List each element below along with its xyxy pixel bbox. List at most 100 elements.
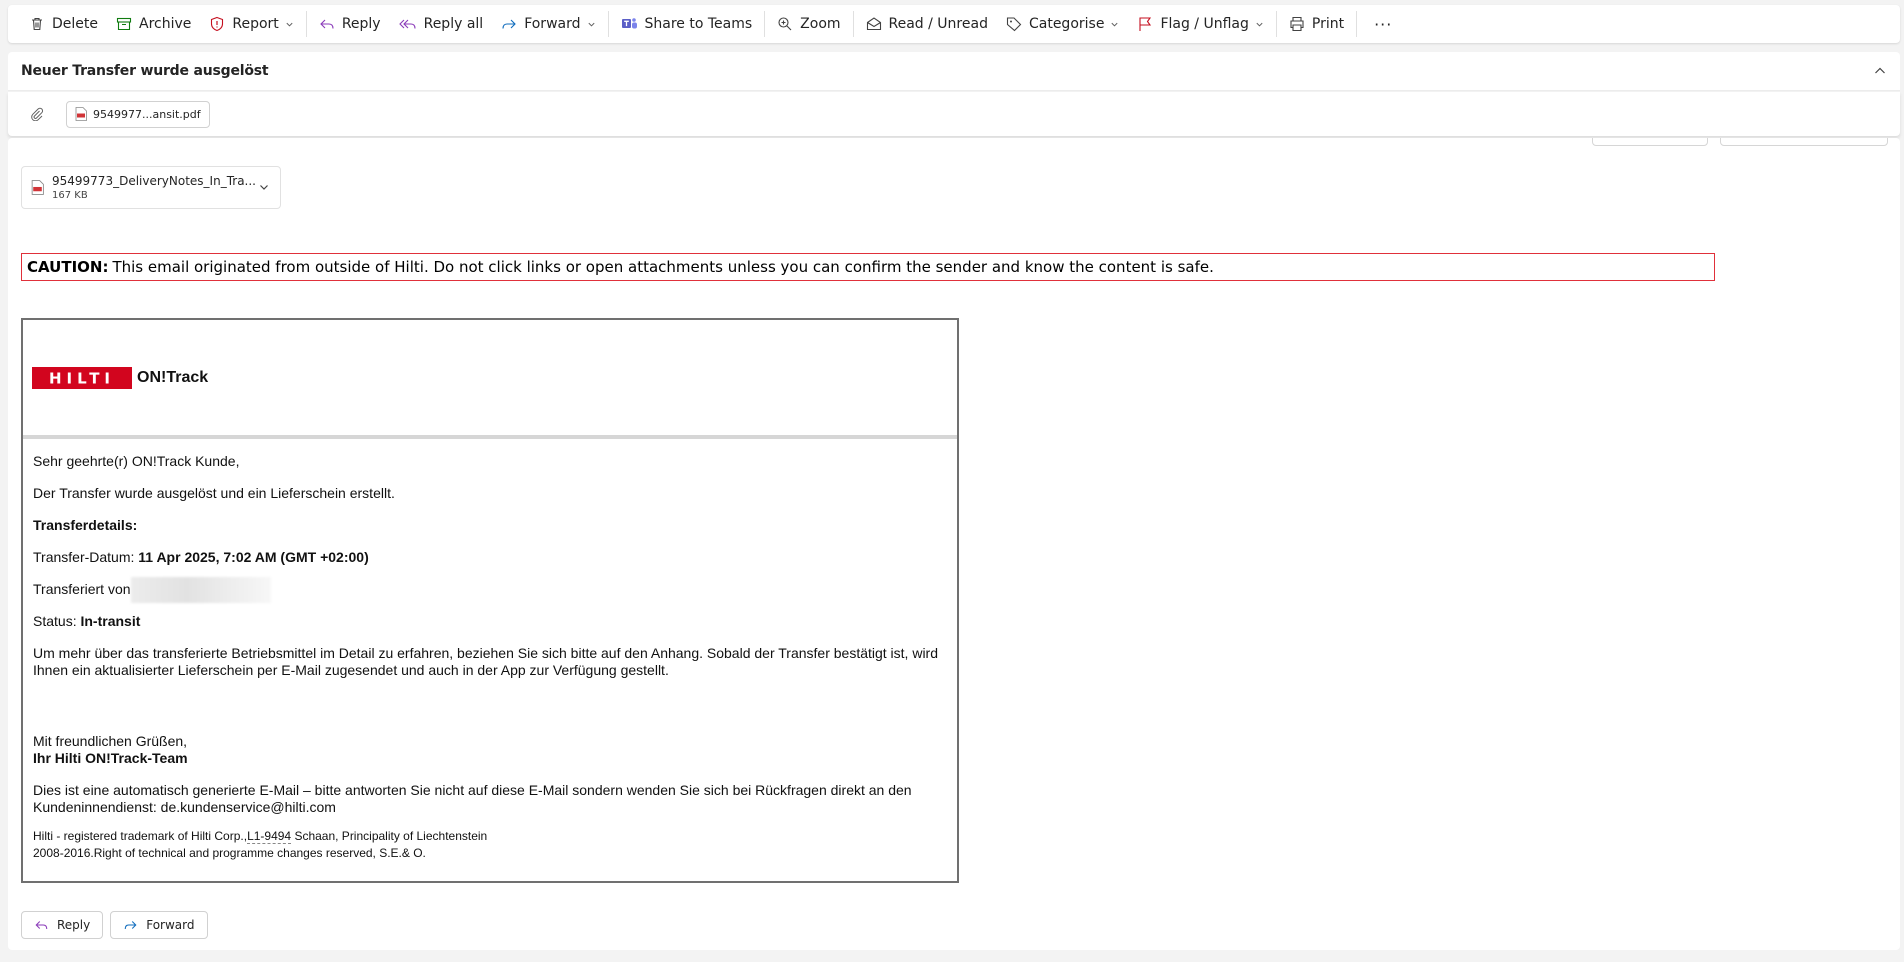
toolbar-divider (764, 11, 766, 37)
hilti-logo: HILTI (32, 366, 132, 389)
hilti-logo-text: HILTI (49, 371, 115, 385)
bottom-forward-label: Forward (146, 918, 195, 932)
reply-icon (35, 921, 48, 929)
header-button[interactable] (1592, 138, 1708, 146)
reply-all-button[interactable]: Reply all (390, 9, 493, 39)
attachment-file-size: 167 KB (52, 190, 88, 201)
attachment-file-name: 95499773_DeliveryNotes_In_Tra... (52, 174, 256, 188)
auto-notice: Dies ist eine automatisch generierte E-M… (33, 782, 912, 815)
message-subject: Neuer Transfer wurde ausgelöst (21, 63, 269, 79)
reply-button[interactable]: Reply (310, 9, 390, 39)
zoom-label: Zoom (800, 16, 841, 32)
transfer-date-value: 11 Apr 2025, 7:02 AM (GMT +02:00) (138, 549, 369, 565)
scrolled-header-remnant (8, 138, 1900, 150)
toolbar-divider (305, 11, 307, 37)
transferred-from-line: Transferiert von (33, 577, 947, 603)
share-to-teams-label: Share to Teams (644, 16, 753, 32)
print-icon (1290, 16, 1304, 32)
forward-button[interactable]: Forward (492, 9, 604, 39)
archive-label: Archive (139, 16, 192, 32)
chevron-down-icon (286, 22, 293, 27)
chevron-down-icon (1111, 22, 1118, 27)
status-label: Status: (33, 613, 77, 629)
categorise-button[interactable]: Categorise (997, 9, 1128, 39)
status-line: Status: In-transit (33, 613, 947, 630)
redacted-sender (130, 577, 271, 603)
categorise-label: Categorise (1028, 16, 1105, 32)
email-text: Sehr geehrte(r) ON!Track Kunde, Der Tran… (23, 439, 957, 862)
delete-label: Delete (52, 16, 98, 32)
tag-icon (1006, 17, 1022, 32)
archive-button[interactable]: Archive (107, 9, 200, 39)
flag-icon (1139, 17, 1152, 31)
delete-button[interactable]: Delete (20, 9, 107, 39)
footer-postal-code: L1-9494 (247, 829, 292, 844)
greeting: Sehr geehrte(r) ON!Track Kunde, (33, 453, 240, 469)
read-unread-button[interactable]: Read / Unread (857, 9, 997, 39)
zoom-button[interactable]: Zoom (768, 9, 849, 39)
reply-label: Reply (341, 16, 381, 32)
toolbar-divider (607, 11, 609, 37)
team-signature: Ihr Hilti ON!Track-Team (33, 750, 947, 767)
legal-footer: Hilti - registered trademark of Hilti Co… (33, 828, 947, 862)
print-label: Print (1311, 16, 1345, 32)
ontrack-brand: ON!Track (137, 368, 209, 386)
flag-unflag-label: Flag / Unflag (1160, 16, 1249, 32)
attachment-strip: 9549977...ansit.pdf (8, 92, 1900, 136)
message-body-pane: 95499773_DeliveryNotes_In_Tra... 167 KB … (8, 138, 1900, 950)
trash-icon (32, 17, 42, 31)
details-heading: Transferdetails: (33, 517, 138, 533)
status-value: In-transit (80, 613, 141, 629)
forward-icon (502, 19, 516, 29)
forward-icon (124, 921, 137, 929)
print-button[interactable]: Print (1280, 9, 1353, 39)
reply-icon (320, 19, 334, 29)
attachment-card-info: 95499773_DeliveryNotes_In_Tra... 167 KB (52, 174, 256, 201)
chevron-down-icon (587, 22, 595, 27)
attachment-card[interactable]: 95499773_DeliveryNotes_In_Tra... 167 KB (21, 166, 281, 209)
header-button[interactable] (1720, 138, 1888, 146)
attachment-chip-label: 9549977...ansit.pdf (93, 107, 201, 121)
report-icon (211, 16, 224, 32)
toolbar-divider (1356, 11, 1358, 37)
bottom-forward-button[interactable]: Forward (110, 911, 208, 939)
chevron-up-icon[interactable] (1873, 64, 1887, 78)
footer-line-2: 2008-2016.Right of technical and program… (33, 846, 426, 860)
paperclip-icon (30, 107, 44, 121)
transfer-date-line: Transfer-Datum: 11 Apr 2025, 7:02 AM (GM… (33, 549, 947, 566)
toolbar-divider (852, 11, 854, 37)
flag-unflag-button[interactable]: Flag / Unflag (1128, 9, 1272, 39)
forward-label: Forward (524, 16, 581, 32)
envelope-icon (866, 17, 881, 31)
archive-icon (116, 17, 132, 31)
pdf-icon (75, 107, 87, 121)
footer-text-a: Hilti - registered trademark of Hilti Co… (33, 829, 248, 843)
closing-text: Mit freundlichen Grüßen, (33, 733, 188, 749)
more-actions-button[interactable]: ··· (1360, 9, 1406, 39)
zoom-icon (778, 17, 792, 31)
report-label: Report (232, 16, 279, 32)
footer-text-b: Schaan, Principality of Liechtenstein (291, 829, 488, 843)
bottom-reply-label: Reply (57, 918, 91, 932)
external-caution-banner: CAUTION: This email originated from outs… (21, 253, 1715, 281)
bottom-reply-button[interactable]: Reply (21, 911, 104, 939)
reply-all-label: Reply all (423, 16, 484, 32)
caution-label: CAUTION: (27, 258, 109, 276)
bottom-reply-actions: Reply Forward (21, 911, 208, 939)
chevron-down-icon (1256, 22, 1263, 27)
report-button[interactable]: Report (200, 9, 302, 39)
attachment-chip[interactable]: 9549977...ansit.pdf (66, 100, 210, 128)
intro-text: Der Transfer wurde ausgelöst und ein Lie… (33, 485, 395, 501)
teams-icon (621, 18, 637, 29)
caution-text: This email originated from outside of Hi… (112, 258, 1214, 276)
share-to-teams-button[interactable]: Share to Teams (612, 9, 762, 39)
transferred-from-label: Transferiert von (33, 581, 131, 597)
chevron-down-icon[interactable] (258, 181, 270, 193)
email-brand-header: HILTI ON!Track (23, 320, 957, 439)
command-toolbar: Delete Archive Report Reply Reply all Fo… (8, 5, 1900, 43)
info-text: Um mehr über das transferierte Betriebsm… (33, 645, 939, 678)
message-header: Neuer Transfer wurde ausgelöst (8, 52, 1900, 91)
read-unread-label: Read / Unread (888, 16, 988, 32)
team-name: Ihr Hilti ON!Track-Team (33, 750, 188, 766)
toolbar-divider (1275, 11, 1277, 37)
